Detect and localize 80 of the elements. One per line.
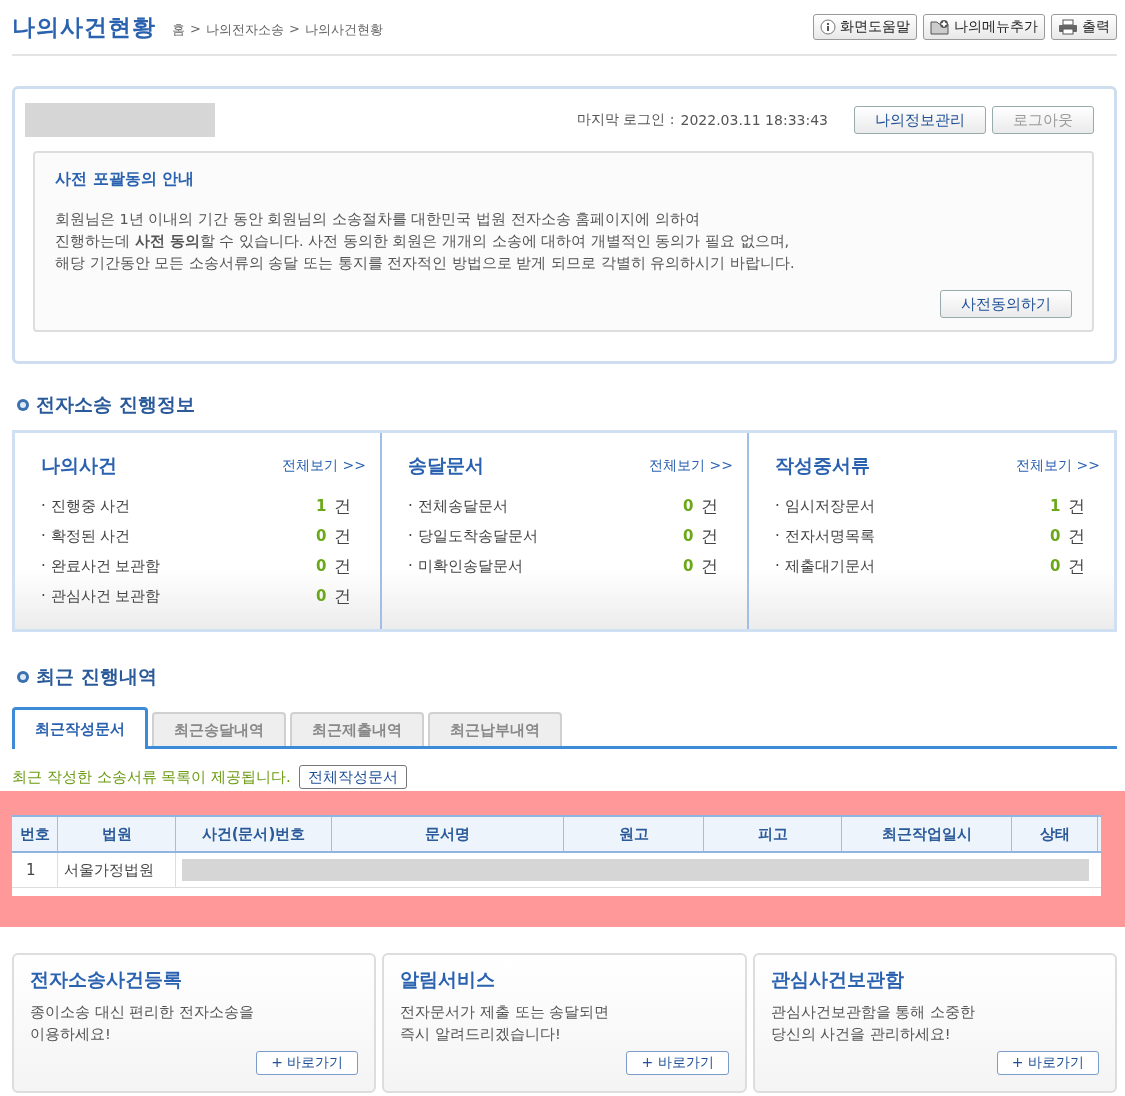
count-unit: 건 [334,494,352,518]
section-title: 전자소송 진행정보 [36,392,195,417]
count-unit: 건 [334,554,352,578]
status-count: 1 [316,497,328,515]
last-login-time: 2022.03.11 18:33:43 [680,112,828,128]
all-documents-button[interactable]: 전체작성문서 [298,765,407,789]
status-label[interactable]: · 확정된 사건 [41,526,316,546]
count-unit: 건 [1068,554,1086,578]
column-header: 문서명 [332,817,564,851]
count-unit: 건 [701,524,719,548]
view-all-link[interactable]: 전체보기 >> [1016,457,1100,475]
card-title: 관심사건보관함 [770,967,905,992]
status-count: 0 [683,497,695,515]
view-all-link[interactable]: 전체보기 >> [282,457,366,475]
help-button[interactable]: 화면도움말 [813,14,917,40]
status-label[interactable]: · 완료사건 보관함 [41,556,316,576]
add-menu-button[interactable]: 나의메뉴추가 [923,14,1045,40]
count-unit: 건 [1068,524,1086,548]
status-count: 0 [316,587,328,605]
status-count: 0 [316,527,328,545]
breadcrumb-link[interactable]: 홈 [172,21,185,39]
status-label[interactable]: · 전자서명목록 [775,526,1050,546]
column-header: 사건(문서)번호 [176,817,332,851]
status-label[interactable]: · 임시저장문서 [775,496,1050,516]
print-button[interactable]: 출력 [1051,14,1117,40]
info-icon [820,19,836,35]
status-label[interactable]: · 전체송달문서 [408,496,683,516]
status-label[interactable]: · 관심사건 보관함 [41,586,316,606]
breadcrumb-link[interactable]: 나의사건현황 [304,21,383,39]
count-unit: 건 [1068,494,1086,518]
card-text: 종이소송 대신 편리한 전자소송을 이용하세요! [30,1003,255,1044]
tab[interactable]: 최근작성문서 [12,707,148,749]
last-login-label: 마지막 로그인 : [576,111,675,129]
column-header: 상태 [1012,817,1098,851]
panel-title: 작성중서류 [775,453,870,478]
printer-icon [1058,19,1078,35]
card-title: 전자소송사건등록 [30,967,183,992]
status-label[interactable]: · 미확인송달문서 [408,556,683,576]
bullet-icon [16,670,30,684]
column-header: 원고 [564,817,704,851]
go-button[interactable]: + 바로가기 [626,1051,729,1075]
status-count: 0 [1050,557,1062,575]
column-header: 최근작업일시 [842,817,1012,851]
column-header: 번호 [12,817,58,851]
status-label[interactable]: · 제출대기문서 [775,556,1050,576]
panel-title: 나의사건 [41,453,117,478]
status-count: 0 [683,557,695,575]
folder-plus-icon [930,19,950,35]
column-header: 법원 [58,817,176,851]
status-count: 0 [683,527,695,545]
notice-text: 회원님은 1년 이내의 기간 동안 회원님의 소송절차를 대한민국 법원 전자소송 홈페이지에 의하여 진행하는데 사전 동의할 수 있습니다. 사전 동의한 회원은 개개의 소송에 대하여 개별적인 동의가 필요 없으며, 해당 기간동안 모든 소송서류의 송달 또는 통지를 전자적인 방법으로 받게 되므로 각별히 유의하시기 바랍니다. [55,210,796,273]
column-header: 피고 [704,817,842,851]
status-label[interactable]: · 당일도착송달문서 [408,526,683,546]
notice-title: 사전 포괄동의 안내 [55,169,196,190]
breadcrumb-link[interactable]: 나의전자소송 [205,21,284,39]
table-cell: 1 [12,853,58,887]
page-title: 나의사건현황 [12,12,156,42]
breadcrumb-separator: > [288,21,300,38]
count-unit: 건 [334,524,352,548]
section-title: 최근 진행내역 [36,664,157,689]
description-text: 최근 작성한 소송서류 목록이 제공됩니다. [12,767,291,787]
table-cell: 서울가정법원 [58,853,176,887]
card-text: 관심사건보관함을 통해 소중한 당신의 사건을 관리하세요! [770,1003,976,1044]
consent-button[interactable]: 사전동의하기 [940,290,1072,318]
status-count: 0 [1050,527,1062,545]
status-label[interactable]: · 진행중 사건 [41,496,316,516]
go-button[interactable]: + 바로가기 [996,1051,1099,1075]
go-button[interactable]: + 바로가기 [256,1051,359,1075]
count-unit: 건 [701,494,719,518]
status-count: 1 [1050,497,1062,515]
bullet-icon [16,398,30,412]
count-unit: 건 [701,554,719,578]
status-count: 0 [316,557,328,575]
card-title: 알림서비스 [400,967,497,992]
my-info-button[interactable]: 나의정보관리 [854,106,986,134]
view-all-link[interactable]: 전체보기 >> [649,457,733,475]
count-unit: 건 [334,584,352,608]
card-text: 전자문서가 제출 또는 송달되면 즉시 알려드리겠습니다! [400,1003,611,1044]
breadcrumb-separator: > [190,21,201,38]
panel-title: 송달문서 [408,453,484,478]
